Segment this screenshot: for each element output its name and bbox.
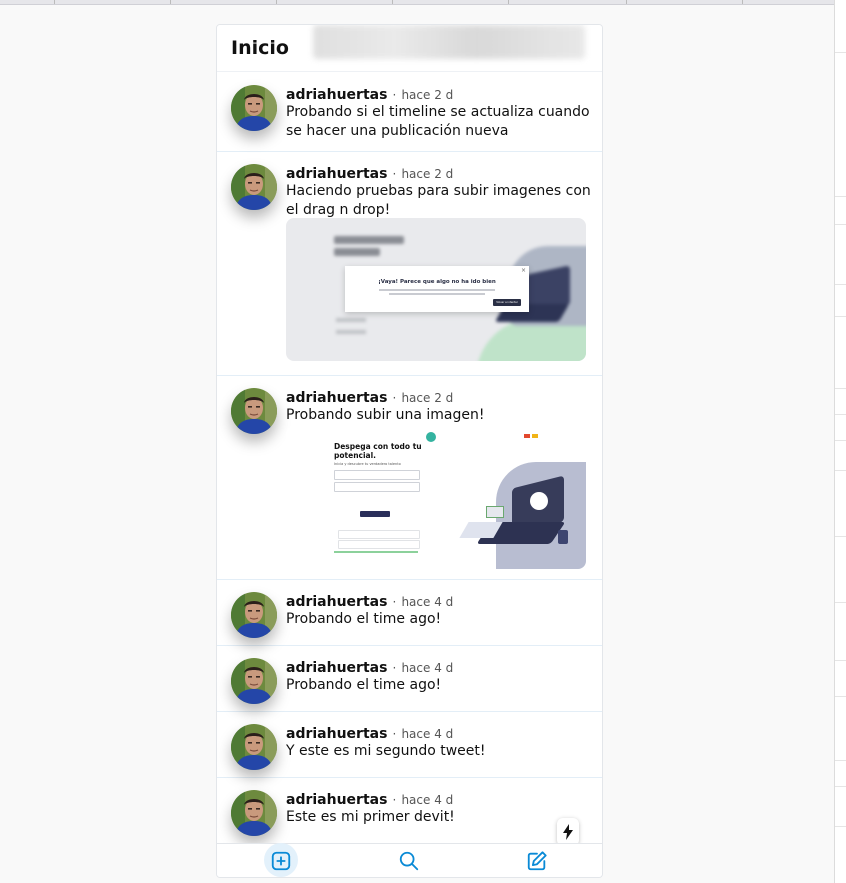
devit-meta: adriahuertas · hace 2 d [286,163,453,182]
devit-username[interactable]: adriahuertas [286,166,387,182]
avatar[interactable] [231,164,277,210]
search-icon [399,851,419,871]
close-icon: × [521,267,527,274]
error-dialog: ¡Vaya! Parece que algo no ha ido bien Vo… [345,266,529,312]
devit-time[interactable]: hace 2 d [401,167,453,181]
devit-time[interactable]: hace 4 d [401,793,453,807]
devit-time[interactable]: hace 2 d [401,391,453,405]
separator: · [392,88,397,102]
devit-time[interactable]: hace 2 d [401,88,453,102]
nav-search-button[interactable] [391,844,427,877]
devit-time[interactable]: hace 4 d [401,661,453,675]
devit-username[interactable]: adriahuertas [286,390,387,406]
devit-meta: adriahuertas · hace 2 d [286,84,453,103]
avatar-photo [231,85,277,131]
separator: · [392,793,397,807]
lightning-button[interactable] [557,818,579,846]
devit[interactable]: adriahuertas · hace 2 d Probando subir u… [217,376,602,580]
devit-username[interactable]: adriahuertas [286,726,387,742]
devit-meta: adriahuertas · hace 4 d [286,789,453,808]
devit-username[interactable]: adriahuertas [286,660,387,676]
devit[interactable]: adriahuertas · hace 2 d Probando si el t… [217,73,602,152]
devit-image[interactable]: ¡Vaya! Parece que algo no ha ido bien Vo… [286,218,586,361]
header-blur-overlay [313,25,585,59]
separator: · [392,595,397,609]
devit-text: Haciendo pruebas para subir imagenes con… [286,183,591,218]
separator: · [392,167,397,181]
devit-text: Probando el time ago! [286,677,442,693]
bottom-nav [217,843,602,877]
devit[interactable]: adriahuertas · hace 2 d Haciendo pruebas… [217,152,602,376]
devit[interactable]: adriahuertas · hace 4 d Probando el time… [217,646,602,712]
avatar[interactable] [231,85,277,131]
devit-meta: adriahuertas · hace 2 d [286,387,453,406]
avatar[interactable] [231,592,277,638]
nav-compose-button[interactable] [519,844,555,877]
devit-meta: adriahuertas · hace 4 d [286,591,453,610]
devit-text: Probando el time ago! [286,611,442,627]
page-title: Inicio [231,37,289,59]
avatar-photo [231,658,277,704]
devit-meta: adriahuertas · hace 4 d [286,657,453,676]
devit-meta: adriahuertas · hace 4 d [286,723,453,742]
devit-text: Y este es mi segundo tweet! [286,743,486,759]
devit-text: Probando subir una imagen! [286,407,485,423]
devit-username[interactable]: adriahuertas [286,594,387,610]
devit-username[interactable]: adriahuertas [286,792,387,808]
avatar-photo [231,724,277,770]
nav-home-button[interactable] [263,843,299,877]
avatar[interactable] [231,790,277,836]
avatar[interactable] [231,724,277,770]
window-top-strip [0,0,846,5]
side-panel-strip [834,0,846,883]
avatar-photo [231,388,277,434]
devit-text: Probando si el timeline se actualiza cua… [286,104,590,139]
devit-time[interactable]: hace 4 d [401,727,453,741]
timeline: adriahuertas · hace 2 d Probando si el t… [217,73,602,843]
logo-mark [426,432,436,442]
image-subline: Inicia y descubre tu verdadero talento [334,462,401,466]
separator: · [392,391,397,405]
devit-time[interactable]: hace 4 d [401,595,453,609]
avatar-photo [231,592,277,638]
avatar-photo [231,164,277,210]
image-headline: Despega con todo tu potencial. [334,442,422,460]
devit-username[interactable]: adriahuertas [286,87,387,103]
devit[interactable]: adriahuertas · hace 4 d Este es mi prime… [217,778,602,843]
devit[interactable]: adriahuertas · hace 4 d Y este es mi seg… [217,712,602,778]
error-dialog-title: ¡Vaya! Parece que algo no ha ido bien [378,279,496,285]
devit-image[interactable]: Despega con todo tu potencial. Inicia y … [286,426,586,569]
add-square-icon [271,851,291,871]
avatar[interactable] [231,388,277,434]
devter-app: Inicio adriahuertas · hace 2 d Probando … [216,24,603,878]
separator: · [392,661,397,675]
devit[interactable]: adriahuertas · hace 4 d Probando el time… [217,580,602,646]
avatar-photo [231,790,277,836]
error-dialog-button: Volver a intentar [493,299,521,306]
app-header: Inicio [217,25,602,72]
avatar[interactable] [231,658,277,704]
compose-icon [527,851,547,871]
separator: · [392,727,397,741]
lightning-icon [563,824,573,840]
devit-text: Este es mi primer devit! [286,809,455,825]
